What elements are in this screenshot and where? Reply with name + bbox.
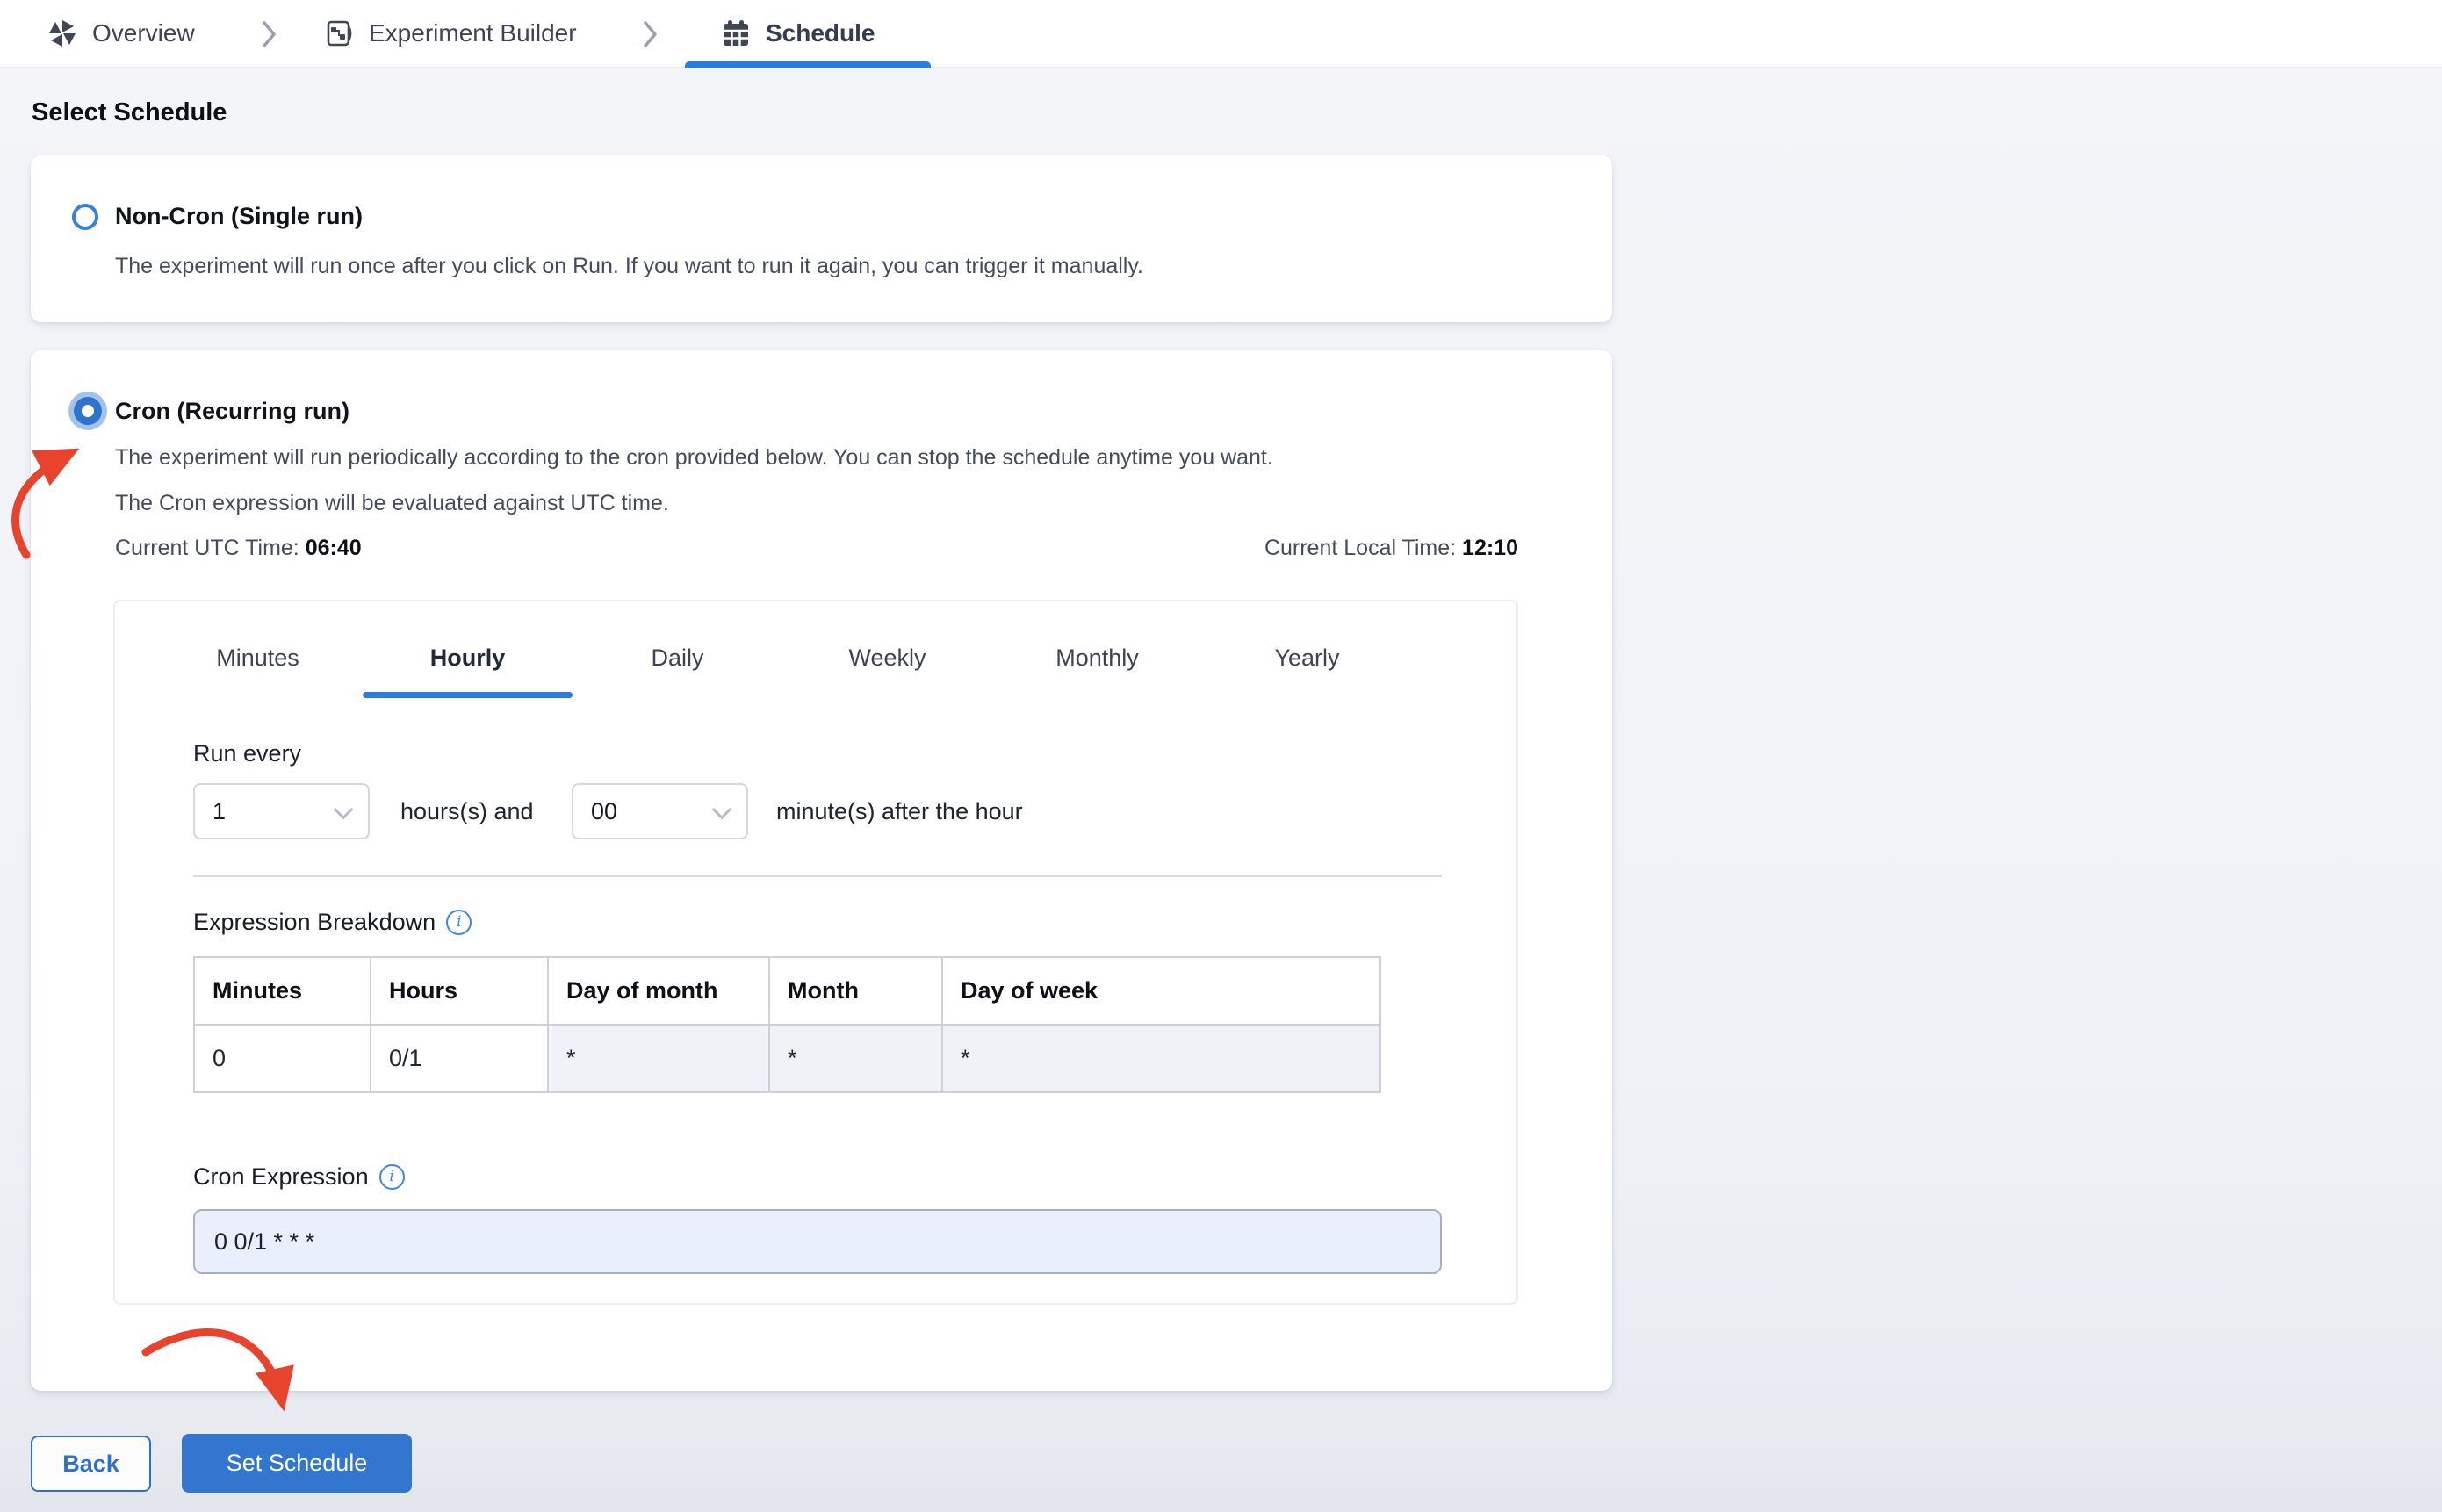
non-cron-description: The experiment will run once after you c… [115,254,1143,278]
col-hours: Hours [370,956,549,1026]
minutes-select[interactable]: 00 [572,783,748,839]
cron-option-card: Cron (Recurring run) The experiment will… [31,350,1612,1391]
section-divider [193,875,1442,877]
cell-hours: 0/1 [370,1024,549,1093]
current-local-time: Current Local Time: 12:10 [1264,536,1518,560]
expression-breakdown-table: Minutes Hours Day of month Month Day of … [193,956,1381,1093]
breadcrumb-experiment-builder-label: Experiment Builder [369,19,577,47]
chevron-right-icon [263,21,276,47]
local-time-value: 12:10 [1462,536,1518,560]
tab-minutes[interactable]: Minutes [153,617,363,698]
cron-expression-input[interactable]: 0 0/1 * * * [193,1209,1442,1274]
chevron-down-icon [711,799,732,820]
table-header-row: Minutes Hours Day of month Month Day of … [193,956,1381,1026]
cron-description-2: The Cron expression will be evaluated ag… [115,491,669,515]
chevron-down-icon [333,799,354,820]
expression-breakdown-label: Expression Breakdown [193,909,472,936]
time-row: Current UTC Time: 06:40 Current Local Ti… [115,536,1518,561]
frequency-tabs: Minutes Hourly Daily Weekly Monthly Year… [153,617,1412,698]
cell-month: * [768,1024,943,1093]
experiment-builder-icon [327,20,352,47]
tab-monthly[interactable]: Monthly [992,617,1202,698]
col-day-of-week: Day of week [941,956,1381,1026]
tab-hourly[interactable]: Hourly [363,617,573,698]
overview-icon [49,20,76,47]
breadcrumb-experiment-builder[interactable]: Experiment Builder [323,0,577,67]
hours-suffix-label: hours(s) and [400,798,534,824]
non-cron-option-card: Non-Cron (Single run) The experiment wil… [31,155,1612,322]
set-schedule-button[interactable]: Set Schedule [182,1434,412,1493]
non-cron-radio[interactable] [72,204,98,230]
breadcrumb-schedule-label: Schedule [766,19,875,47]
info-icon[interactable] [378,1164,405,1190]
info-icon[interactable] [446,910,472,935]
cell-minutes: 0 [193,1024,371,1093]
minutes-suffix-label: minute(s) after the hour [776,798,1023,824]
tab-yearly[interactable]: Yearly [1202,617,1412,698]
page-title: Select Schedule [32,98,227,126]
back-button[interactable]: Back [31,1436,151,1492]
hours-select[interactable]: 1 [193,783,370,839]
tab-weekly[interactable]: Weekly [782,617,992,698]
cell-day-of-month: * [547,1024,770,1093]
minutes-select-value: 00 [591,798,618,824]
col-day-of-month: Day of month [547,956,770,1026]
cron-radio[interactable] [74,397,102,425]
hours-select-value: 1 [213,798,227,824]
cron-label: Cron (Recurring run) [115,398,349,424]
cell-day-of-week: * [941,1024,1381,1093]
run-every-label: Run every [193,740,302,767]
current-utc-time: Current UTC Time: 06:40 [115,536,362,560]
tab-daily[interactable]: Daily [573,617,782,698]
active-breadcrumb-underline [685,61,931,68]
utc-time-value: 06:40 [305,536,362,560]
breadcrumb-overview[interactable]: Overview [47,0,195,67]
calendar-icon [724,20,748,46]
breadcrumb-overview-label: Overview [92,19,195,47]
col-month: Month [768,956,943,1026]
chevron-right-icon [644,21,657,47]
cron-description-1: The experiment will run periodically acc… [115,445,1273,470]
cron-expression-value: 0 0/1 * * * [214,1228,315,1255]
cron-scheduler-panel: Minutes Hourly Daily Weekly Monthly Year… [113,600,1518,1305]
table-row: 0 0/1 * * * [193,1024,1381,1093]
breadcrumb-schedule[interactable]: Schedule [720,0,875,67]
top-bar: Overview Experiment Builder Schedule [0,0,2442,68]
col-minutes: Minutes [193,956,371,1026]
non-cron-label: Non-Cron (Single run) [115,203,363,229]
cron-expression-label: Cron Expression [193,1163,405,1191]
